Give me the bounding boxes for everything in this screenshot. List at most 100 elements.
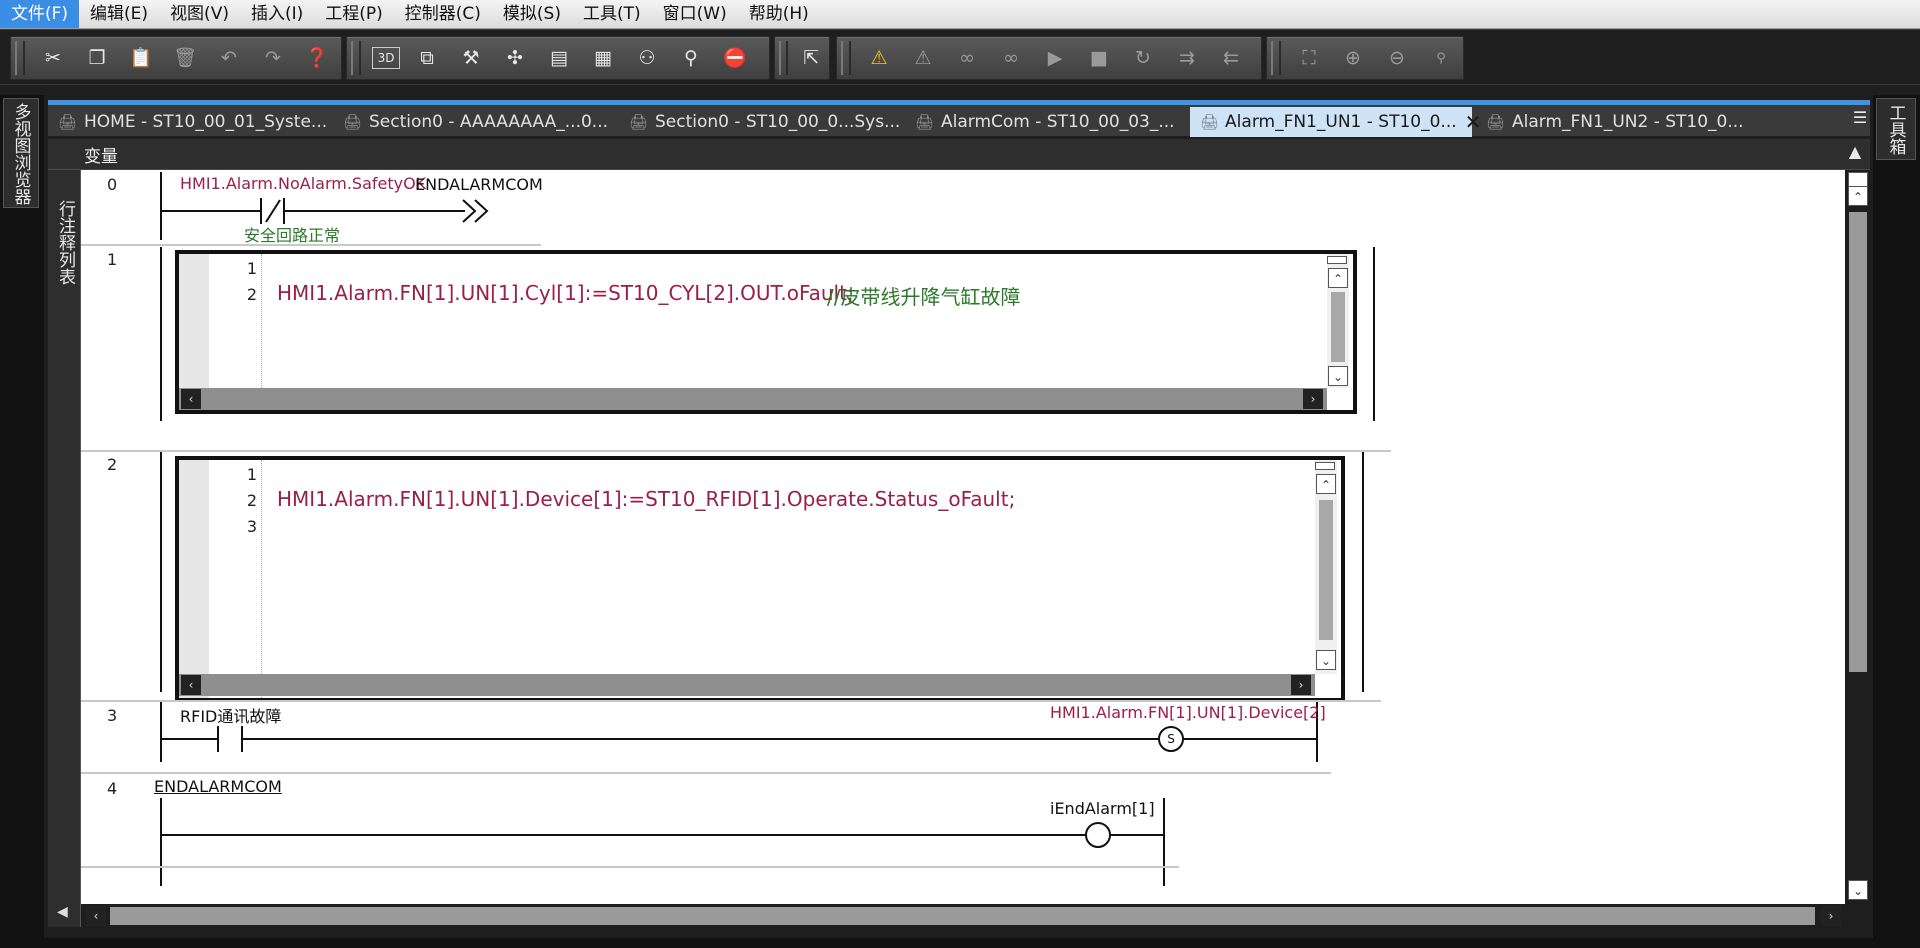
- toolbar-grip[interactable]: [1271, 41, 1281, 75]
- build-icon[interactable]: ⚒: [454, 42, 488, 74]
- menu-insert[interactable]: 插入(I): [240, 0, 314, 28]
- multiview-browser-tab[interactable]: 多视图浏览器: [3, 98, 39, 208]
- rung-wire: [160, 834, 1163, 836]
- arrow-right-icon[interactable]: ›: [1303, 389, 1323, 409]
- zoom-100-icon[interactable]: ⚲: [1424, 42, 1458, 74]
- arrow-up-icon[interactable]: ⌃: [1328, 268, 1348, 288]
- tab-section0-b[interactable]: 🖨 Section0 - ST10_00_0...Sys...: [619, 107, 901, 137]
- help-icon[interactable]: ❓: [300, 42, 334, 74]
- glasses-icon[interactable]: ∞: [950, 42, 984, 74]
- arrow-down-icon[interactable]: ⌄: [1328, 366, 1348, 386]
- toolbar-grip[interactable]: [841, 41, 851, 75]
- warning-off-icon[interactable]: ⚠: [906, 42, 940, 74]
- scroll-thumb[interactable]: [110, 907, 1815, 925]
- chevron-up-icon[interactable]: ▲: [1842, 142, 1868, 166]
- st-inline-box[interactable]: 1 2 3 HMI1.Alarm.FN[1].UN[1].Device[1]:=…: [175, 456, 1345, 702]
- tab-label: HOME - ST10_00_01_Syste...: [84, 112, 328, 132]
- arrow-down-icon[interactable]: ⌄: [1316, 650, 1336, 670]
- paste-icon[interactable]: 📋: [124, 42, 158, 74]
- tab-alarm-fn1-un2[interactable]: 🖨 Alarm_FN1_UN2 - ST10_0...: [1476, 107, 1758, 137]
- transfer-to-icon[interactable]: ⇉: [1170, 42, 1204, 74]
- set-coil[interactable]: S: [1158, 726, 1184, 752]
- tab-label: Section0 - AAAAAAAA_...0...: [369, 112, 609, 132]
- run-icon[interactable]: ▶: [1038, 42, 1072, 74]
- output-coil[interactable]: [1085, 822, 1111, 848]
- fit-screen-icon[interactable]: ⛶: [1292, 42, 1326, 74]
- 3d-icon[interactable]: 3D: [372, 47, 400, 69]
- arrow-left-icon[interactable]: ◀: [57, 904, 68, 920]
- undo-icon[interactable]: ↶: [212, 42, 246, 74]
- menu-file[interactable]: 文件(F): [0, 0, 80, 28]
- variable-table-label: 变量: [84, 147, 118, 167]
- zoom-in-icon[interactable]: ⊕: [1336, 42, 1370, 74]
- contact-variable[interactable]: HMI1.Alarm.NoAlarm.SafetyOK: [180, 174, 426, 193]
- tab-alarmcom[interactable]: 🖨 AlarmCom - ST10_00_03_...: [905, 107, 1187, 137]
- monitor-icon[interactable]: ▤: [542, 42, 576, 74]
- menu-help[interactable]: 帮助(H): [738, 0, 820, 28]
- tab-alarm-fn1-un1[interactable]: 🖨 Alarm_FN1_UN1 - ST10_0... ✕: [1190, 107, 1481, 137]
- menu-simulation[interactable]: 模拟(S): [492, 0, 572, 28]
- arrow-left-icon[interactable]: ‹: [181, 675, 201, 695]
- arrow-up-icon[interactable]: ⌃: [1316, 474, 1336, 494]
- st-code-line[interactable]: HMI1.Alarm.FN[1].UN[1].Cyl[1]:=ST10_CYL[…: [277, 281, 854, 305]
- cross-reference-icon[interactable]: ✣: [498, 42, 532, 74]
- ladder-editor[interactable]: 0 HMI1.Alarm.NoAlarm.SafetyOK ENDALARMCO…: [81, 170, 1845, 904]
- st-horizontal-scrollbar[interactable]: [179, 674, 1315, 696]
- scroll-thumb[interactable]: [1849, 212, 1867, 672]
- menu-window[interactable]: 窗口(W): [652, 0, 738, 28]
- arrow-left-icon[interactable]: ‹: [181, 389, 201, 409]
- tab-home[interactable]: 🖨 HOME - ST10_00_01_Syste...: [48, 107, 330, 137]
- jump-double-arrow-icon[interactable]: [461, 198, 495, 224]
- binoculars-icon[interactable]: ⚲: [674, 42, 708, 74]
- menu-edit[interactable]: 编辑(E): [79, 0, 159, 28]
- st-horizontal-scrollbar[interactable]: [179, 388, 1327, 410]
- contact-variable[interactable]: RFID通讯故障: [180, 703, 281, 727]
- menu-view[interactable]: 视图(V): [159, 0, 240, 28]
- stop-icon[interactable]: ■: [1082, 42, 1116, 74]
- coil-variable[interactable]: iEndAlarm[1]: [1050, 799, 1155, 818]
- st-comment[interactable]: //皮带线升降气缸故障: [827, 281, 1020, 310]
- copy-icon[interactable]: ❐: [80, 42, 114, 74]
- arrow-right-icon[interactable]: ›: [1821, 906, 1841, 926]
- rung-wire: [285, 210, 465, 212]
- toolbar-grip[interactable]: [15, 41, 25, 75]
- table-icon[interactable]: ▦: [586, 42, 620, 74]
- glasses-off-icon[interactable]: ∞: [994, 42, 1028, 74]
- menu-tools[interactable]: 工具(T): [572, 0, 652, 28]
- menu-project[interactable]: 工程(P): [314, 0, 394, 28]
- transfer-from-icon[interactable]: ⇇: [1214, 42, 1248, 74]
- error-icon[interactable]: ⛔: [718, 42, 752, 74]
- right-power-rail: [1362, 452, 1364, 692]
- arrow-down-icon[interactable]: ⌄: [1848, 880, 1868, 900]
- menu-controller[interactable]: 控制器(C): [394, 0, 492, 28]
- st-code-line[interactable]: HMI1.Alarm.FN[1].UN[1].Device[1]:=ST10_R…: [277, 487, 1015, 511]
- jump-target-label[interactable]: ENDALARMCOM: [154, 777, 282, 796]
- io-map-icon[interactable]: ⚇: [630, 42, 664, 74]
- refresh-icon[interactable]: ↻: [1126, 42, 1160, 74]
- coil-variable[interactable]: HMI1.Alarm.FN[1].UN[1].Device[2]: [1050, 703, 1326, 722]
- windows-icon[interactable]: ⧉: [410, 42, 444, 74]
- toolbar-grip[interactable]: [779, 41, 788, 75]
- zoom-out-icon[interactable]: ⊖: [1380, 42, 1414, 74]
- warning-icon[interactable]: ⚠: [862, 42, 896, 74]
- online-icon[interactable]: ⇱: [799, 42, 825, 74]
- tab-label: Section0 - ST10_00_0...Sys...: [655, 112, 901, 132]
- toolbox-tab[interactable]: 工具箱: [1876, 98, 1916, 160]
- rung-separator: [81, 772, 1331, 774]
- tab-section0-a[interactable]: 🖨 Section0 - AAAAAAAA_...0...: [333, 107, 615, 137]
- tab-label: AlarmCom - ST10_00_03_...: [941, 112, 1175, 132]
- variable-table-header[interactable]: [48, 139, 1870, 170]
- st-inline-box[interactable]: 1 2 HMI1.Alarm.FN[1].UN[1].Cyl[1]:=ST10_…: [175, 250, 1357, 414]
- redo-icon[interactable]: ↷: [256, 42, 290, 74]
- cut-icon[interactable]: ✂: [36, 42, 70, 74]
- arrow-right-icon[interactable]: ›: [1291, 675, 1311, 695]
- delete-icon[interactable]: 🗑: [168, 42, 202, 74]
- arrow-up-icon[interactable]: ⌃: [1848, 186, 1868, 206]
- toolbar-grip[interactable]: [351, 41, 361, 75]
- scroll-thumb[interactable]: [1331, 292, 1345, 362]
- tab-list-dropdown-icon[interactable]: ☰: [1851, 106, 1869, 130]
- scroll-thumb[interactable]: [1319, 500, 1333, 640]
- jump-label[interactable]: ENDALARMCOM: [415, 175, 543, 194]
- no-contact[interactable]: [217, 726, 243, 752]
- arrow-left-icon[interactable]: ‹: [86, 906, 106, 926]
